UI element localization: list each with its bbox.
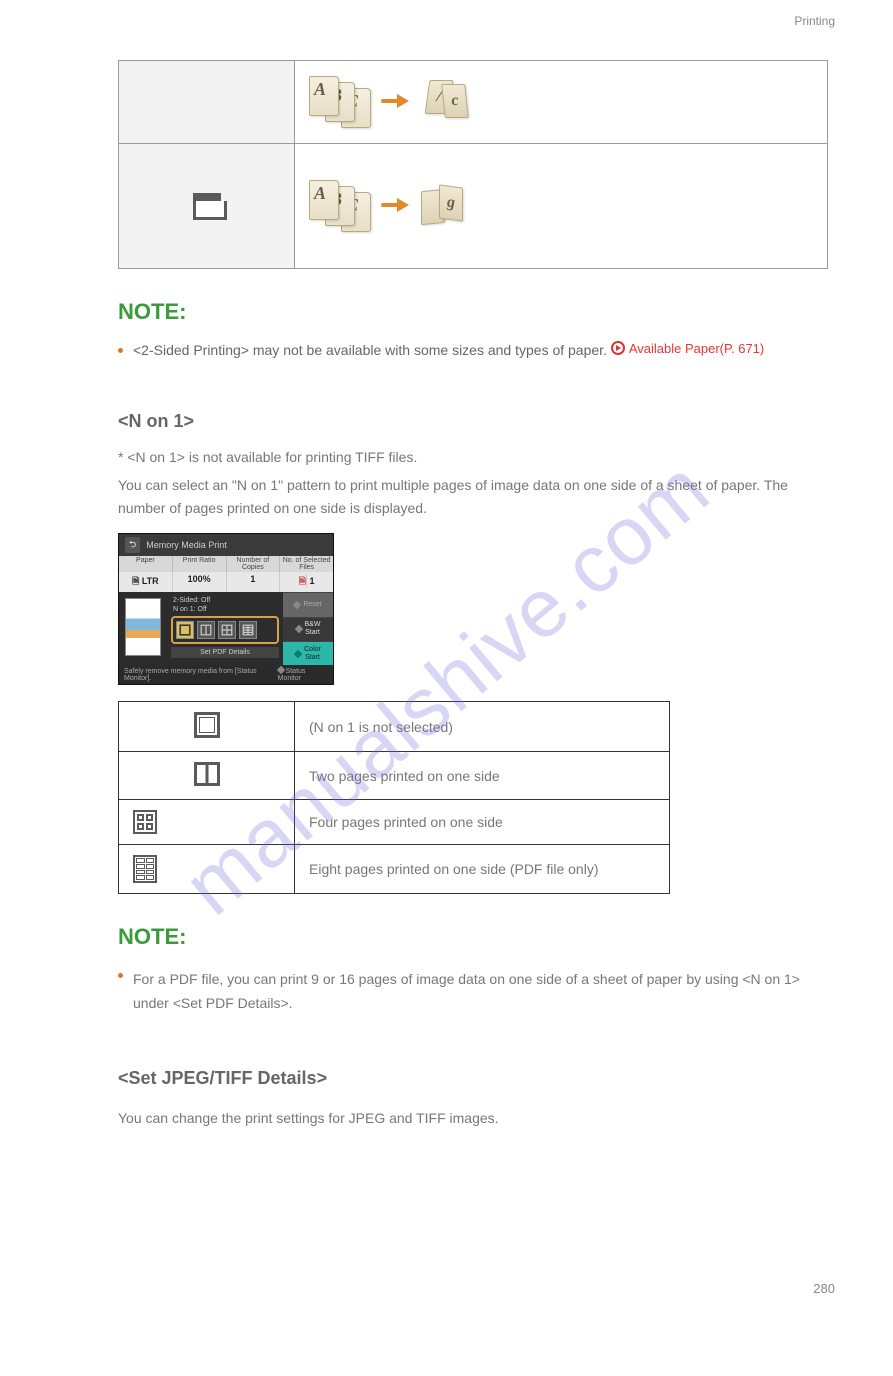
four-up-icon — [133, 810, 157, 834]
color-start-button[interactable]: Color Start — [283, 641, 333, 665]
note-heading-2: NOTE: — [118, 924, 835, 950]
desc-4up: Four pages printed on one side — [295, 800, 670, 845]
two-sided-status[interactable]: 2-Sided: Off — [169, 596, 281, 605]
col-paper: Paper — [119, 556, 173, 572]
preview-thumbnail — [125, 598, 161, 656]
note1-bullet: <2-Sided Printing> may not be available … — [118, 339, 835, 363]
icon-2up-cell — [119, 752, 295, 800]
device-screenshot: ⮌ Memory Media Print Paper Print Ratio N… — [118, 533, 334, 685]
two-up-icon — [194, 762, 220, 786]
row2-illustration-cell: ABC g — [295, 144, 828, 269]
bw-start-button[interactable]: B&W Start — [283, 617, 333, 641]
eight-up-icon — [133, 855, 157, 883]
jpeg-tiff-desc: You can change the print settings for JP… — [118, 1107, 835, 1131]
note1-text: <2-Sided Printing> may not be available … — [133, 342, 611, 358]
calendar-type-icon — [193, 193, 221, 217]
n-on-1-subnote: * <N on 1> is not available for printing… — [118, 446, 835, 470]
one-up-icon — [194, 712, 220, 738]
val-copies[interactable]: 1 — [227, 572, 281, 592]
col-copies: Number of Copies — [227, 556, 281, 572]
play-icon — [611, 341, 625, 355]
n-on-1-table: (N on 1 is not selected) Two pages print… — [118, 701, 670, 894]
bullet-icon — [118, 348, 123, 353]
abc-to-side-booklet-illustration: ABC g — [309, 180, 471, 230]
side-booklet-icon: g — [421, 184, 471, 226]
tile-4up-icon[interactable] — [218, 621, 236, 639]
n-on-1-label: N on 1: Off — [169, 605, 281, 614]
device-title: Memory Media Print — [146, 540, 227, 550]
row1-label-cell — [119, 61, 295, 144]
sheet-stack-icon: ABC — [309, 180, 371, 230]
footer-text: Safely remove memory media from [Status … — [124, 668, 278, 682]
n-on-1-heading: <N on 1> — [118, 411, 194, 432]
note2-bullet: For a PDF file, you can print 9 or 16 pa… — [118, 964, 835, 1020]
icon-1up-cell — [119, 702, 295, 752]
set-pdf-details-button[interactable]: Set PDF Details — [171, 647, 279, 658]
icon-4up-cell — [119, 800, 295, 845]
row1-illustration-cell: ABC /c — [295, 61, 828, 144]
reset-button[interactable]: Reset — [283, 592, 333, 616]
header-category: Printing — [794, 14, 835, 28]
desc-2up: Two pages printed on one side — [295, 752, 670, 800]
arrow-right-icon — [381, 199, 411, 211]
col-ratio: Print Ratio — [173, 556, 227, 572]
device-col-headers: Paper Print Ratio Number of Copies No. o… — [119, 556, 333, 572]
arrow-right-icon — [381, 95, 411, 107]
bullet-icon — [118, 973, 123, 978]
link-text: Available Paper(P. 671) — [629, 341, 764, 356]
tile-1up-icon[interactable] — [176, 621, 194, 639]
diamond-icon — [294, 649, 302, 657]
n-on-1-desc: You can select an "N on 1" pattern to pr… — [118, 474, 818, 522]
back-icon[interactable]: ⮌ — [125, 537, 140, 553]
n-on-1-panel — [171, 616, 279, 644]
desc-8up: Eight pages printed on one side (PDF fil… — [295, 845, 670, 894]
val-ratio[interactable]: 100% — [173, 572, 227, 592]
row2-label-cell — [119, 144, 295, 269]
val-files[interactable]: 1 — [310, 574, 315, 588]
diamond-icon — [293, 601, 301, 609]
diamond-icon — [294, 625, 302, 633]
device-titlebar: ⮌ Memory Media Print — [119, 534, 333, 556]
two-sided-table: ABC /c ABC — [118, 60, 828, 269]
tile-2up-icon[interactable] — [197, 621, 215, 639]
available-paper-link[interactable]: Available Paper(P. 671) — [611, 341, 764, 356]
device-footer: Safely remove memory media from [Status … — [119, 665, 333, 684]
col-files: No. of Selected Files — [280, 556, 333, 572]
icon-8up-cell — [119, 845, 295, 894]
note2-text: For a PDF file, you can print 9 or 16 pa… — [133, 968, 823, 1016]
val-paper[interactable]: LTR — [142, 574, 159, 588]
jpeg-tiff-heading: <Set JPEG/TIFF Details> — [118, 1068, 327, 1089]
tile-8up-icon[interactable] — [239, 621, 257, 639]
sheet-stack-icon: ABC — [309, 76, 371, 126]
device-values-row: 🗎 LTR 100% 1 🗎 1 — [119, 572, 333, 592]
status-monitor-button[interactable]: Status Monitor — [278, 667, 328, 682]
top-booklet-icon: /c — [421, 80, 471, 122]
page-number: 280 — [118, 1281, 835, 1296]
diamond-icon — [276, 666, 284, 674]
desc-1up: (N on 1 is not selected) — [295, 702, 670, 752]
abc-to-top-booklet-illustration: ABC /c — [309, 76, 471, 126]
note-heading-1: NOTE: — [118, 299, 835, 325]
